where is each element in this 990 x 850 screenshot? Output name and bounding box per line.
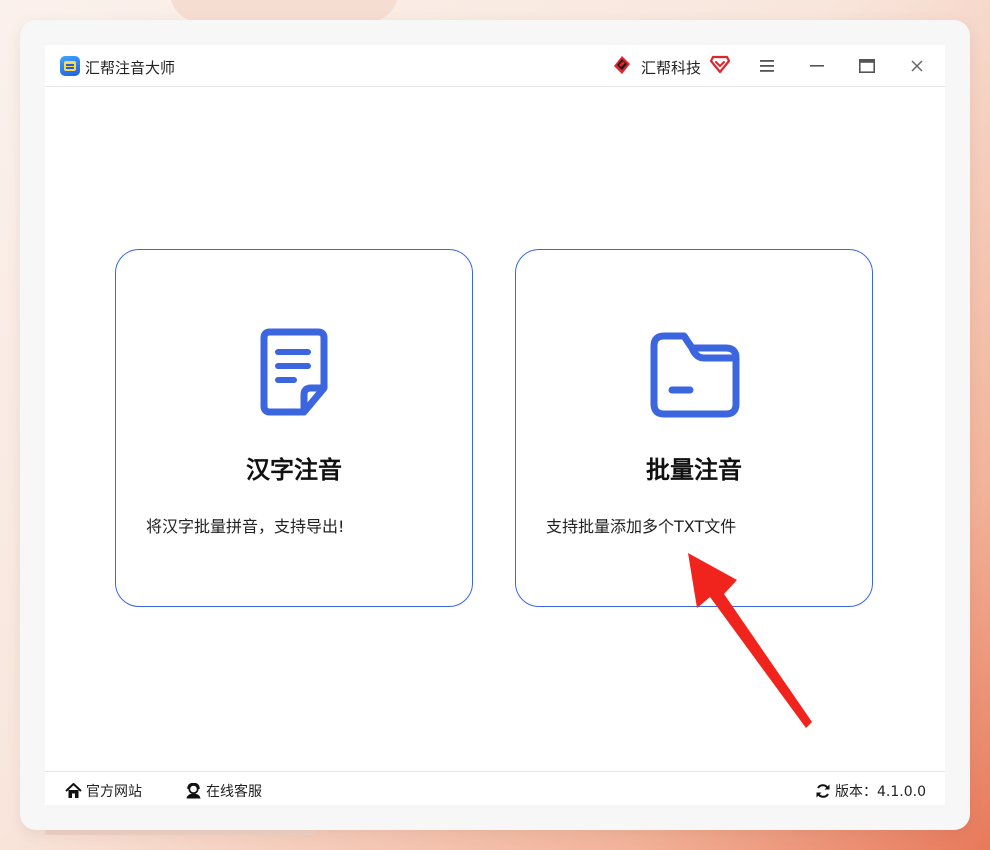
title-bar: 汇帮注音大师 汇帮科技 xyxy=(45,45,945,87)
close-button[interactable] xyxy=(904,53,930,79)
card-description: 将汉字批量拼音，支持导出! xyxy=(146,517,345,536)
maximize-icon xyxy=(859,59,875,73)
background-decoration xyxy=(45,830,315,835)
app-logo-icon xyxy=(60,56,80,76)
brand-name: 汇帮科技 xyxy=(641,59,702,77)
menu-button[interactable] xyxy=(754,53,780,79)
online-service-link[interactable]: 在线客服 xyxy=(185,781,262,801)
minimize-button[interactable] xyxy=(804,53,830,79)
card-title: 汉字注音 xyxy=(246,456,342,484)
official-website-label: 官方网站 xyxy=(86,784,142,800)
customer-service-icon xyxy=(186,783,201,799)
minimize-icon xyxy=(810,65,824,67)
card-description: 支持批量添加多个TXT文件 xyxy=(546,517,737,536)
close-icon xyxy=(911,60,923,72)
app-title: 汇帮注音大师 xyxy=(85,59,176,77)
hamburger-icon xyxy=(760,60,774,72)
hanzi-annotation-card[interactable]: 汉字注音 将汉字批量拼音，支持导出! xyxy=(115,249,473,607)
online-service-label: 在线客服 xyxy=(206,784,262,800)
maximize-button[interactable] xyxy=(854,53,880,79)
card-title: 批量注音 xyxy=(646,456,742,484)
home-icon xyxy=(65,783,82,798)
brand-logo-icon xyxy=(614,56,630,74)
version-info[interactable]: 版本：4.1.0.0 xyxy=(815,781,926,801)
document-icon xyxy=(260,328,328,416)
official-website-link[interactable]: 官方网站 xyxy=(65,781,142,801)
batch-annotation-card[interactable]: 批量注音 支持批量添加多个TXT文件 xyxy=(515,249,873,607)
version-label: 版本：4.1.0.0 xyxy=(835,784,926,800)
folder-icon xyxy=(650,332,740,418)
app-window: 汇帮注音大师 汇帮科技 汉字注音 将汉字批量拼音，支持导出! 批量注音 支持批量… xyxy=(45,45,945,805)
refresh-icon xyxy=(816,784,830,798)
vip-diamond-icon[interactable] xyxy=(710,55,730,73)
status-bar: 官方网站 在线客服 版本：4.1.0.0 xyxy=(45,771,945,806)
background-decoration xyxy=(170,0,398,22)
